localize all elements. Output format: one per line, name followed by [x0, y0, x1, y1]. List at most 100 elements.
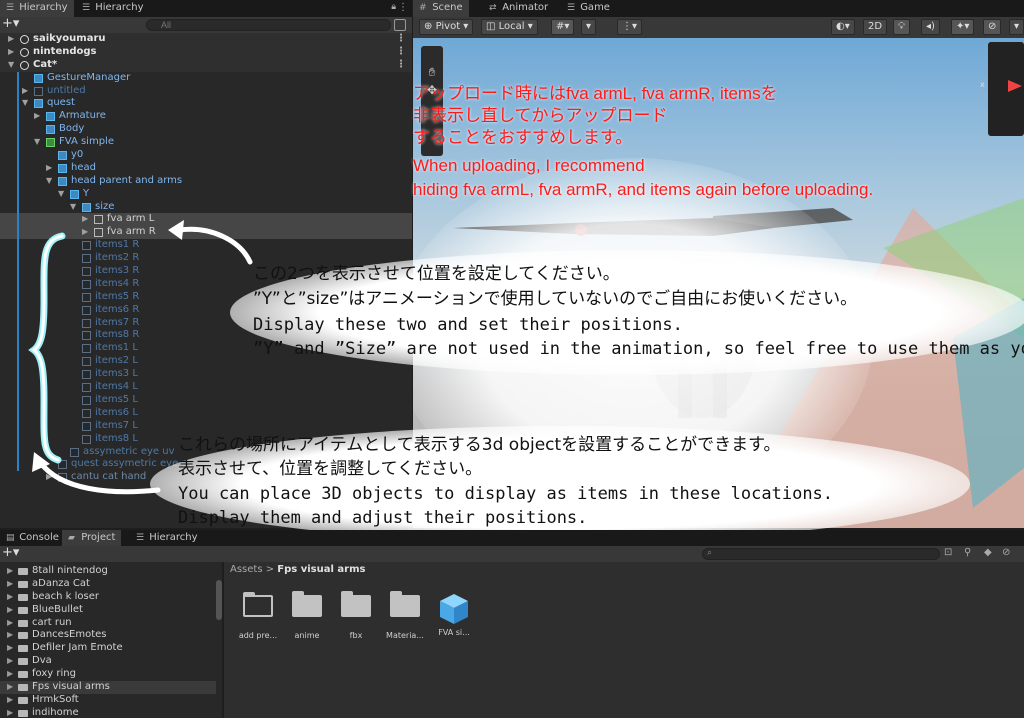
tab-project[interactable]: ▰ Project — [62, 530, 122, 546]
folder-row[interactable]: ▶ aDanza Cat — [0, 578, 216, 591]
hand-tool-icon[interactable]: ✋︎ — [424, 64, 440, 80]
hidden-packages-icon[interactable]: ⊘ — [1002, 547, 1010, 558]
folder-row[interactable]: ▶ 8tall nintendog — [0, 565, 216, 578]
asset-label: anime — [294, 631, 320, 640]
annotation-arrows — [28, 220, 253, 495]
search-by-type-icon[interactable]: ⊡ — [944, 547, 952, 558]
folder-label: cart run — [32, 616, 72, 628]
folder-icon — [390, 591, 420, 617]
expand-closed-icon[interactable]: ▶ — [7, 578, 13, 591]
filter-icon[interactable]: ⚲ — [964, 547, 971, 558]
project-search-input[interactable] — [702, 548, 940, 560]
folder-row[interactable]: ▶ indihome — [0, 707, 216, 718]
animator-icon: ⇄ — [489, 3, 497, 13]
bracket-glow — [28, 232, 66, 464]
tab-hierarchy-bottom[interactable]: ☰ Hierarchy — [130, 530, 204, 546]
folder-label: aDanza Cat — [32, 577, 90, 589]
folder-tree-scrollbar[interactable] — [216, 580, 222, 620]
snap-increment-button[interactable]: ▾ — [581, 19, 597, 35]
folder-row[interactable]: ▶ HrmkSoft — [0, 694, 216, 707]
folder-icon — [18, 606, 28, 614]
expand-closed-icon[interactable]: ▶ — [7, 565, 13, 578]
gizmo-x-label: x — [980, 80, 985, 89]
folder-icon: ▰ — [68, 533, 75, 543]
folder-row[interactable]: ▶ Dva — [0, 655, 216, 668]
asset-fva-simple[interactable]: FVA si... — [428, 592, 480, 637]
folder-icon — [292, 591, 322, 617]
hidden-objects-toggle[interactable]: ⊘ — [983, 19, 1002, 35]
folder-row[interactable]: ▶ beach k loser — [0, 591, 216, 604]
project-asset-view: Assets > Fps visual arms add pre... anim… — [224, 562, 1024, 718]
folder-row[interactable]: ▶ Fps visual arms — [0, 681, 216, 694]
breadcrumb-current[interactable]: Fps visual arms — [277, 564, 365, 575]
expand-closed-icon[interactable]: ▶ — [7, 604, 13, 617]
folder-label: 8tall nintendog — [32, 565, 108, 576]
orientation-gizmo[interactable]: x — [980, 42, 1024, 136]
folder-row[interactable]: ▶ BlueBullet — [0, 604, 216, 617]
expand-closed-icon[interactable]: ▶ — [7, 707, 13, 718]
folder-icon — [18, 580, 28, 588]
list-icon: ☰ — [136, 533, 145, 543]
folder-row[interactable]: ▶ foxy ring — [0, 668, 216, 681]
warning-en-line-2: hiding fva armL, fva armR, and items aga… — [413, 180, 874, 199]
arrow-to-arms — [177, 226, 253, 265]
label-icon[interactable]: ◆ — [984, 547, 992, 558]
grid-settings-button[interactable]: ⋮▾ — [617, 19, 643, 35]
folder-label: Dva — [32, 655, 52, 667]
asset-fbx[interactable]: fbx — [330, 591, 382, 640]
expand-closed-icon[interactable]: ▶ — [7, 694, 13, 707]
local-icon: ◫ — [486, 21, 496, 32]
project-folder-tree: ▶ 8tall nintendog ▶ aDanza Cat ▶ beach k lose… — [0, 562, 222, 718]
expand-closed-icon[interactable]: ▶ — [7, 681, 13, 694]
expand-closed-icon[interactable]: ▶ — [7, 591, 13, 604]
draw-mode-dropdown[interactable]: ◐▾ — [831, 19, 855, 35]
breadcrumb: Assets > Fps visual arms — [230, 564, 365, 575]
asset-label: Materia... — [386, 631, 424, 640]
expand-closed-icon[interactable]: ▶ — [7, 668, 13, 681]
search-icon: ⌕ — [707, 548, 713, 558]
folder-row[interactable]: ▶ cart run — [0, 617, 216, 630]
local-dropdown[interactable]: ◫ Local ▾ — [481, 19, 538, 35]
audio-toggle[interactable]: ◂) — [921, 19, 940, 35]
asset-materials[interactable]: Materia... — [379, 591, 431, 640]
asset-label: FVA si... — [438, 628, 470, 637]
asset-label: add pre... — [238, 631, 278, 640]
lighting-toggle[interactable]: 💡︎ — [893, 19, 910, 35]
expand-closed-icon[interactable]: ▶ — [7, 642, 13, 655]
arrow-to-items — [37, 459, 161, 495]
create-button[interactable]: +▾ — [2, 546, 19, 560]
folder-list: ▶ 8tall nintendog ▶ aDanza Cat ▶ beach k lose… — [0, 565, 216, 718]
2d-toggle[interactable]: 2D — [863, 19, 888, 35]
folder-row[interactable]: ▶ DancesEmotes — [0, 629, 216, 642]
expand-closed-icon[interactable]: ▶ — [7, 617, 13, 630]
warning-en-line-1: When uploading, I recommend — [413, 156, 645, 175]
gizmos-dropdown[interactable]: ▾ — [1009, 19, 1024, 35]
breadcrumb-assets[interactable]: Assets — [230, 564, 263, 575]
bottom-tab-bar: ▤ Console ▰ Project ☰ Hierarchy — [0, 530, 1024, 546]
folder-label: foxy ring — [32, 668, 76, 680]
folder-label: DancesEmotes — [32, 629, 107, 641]
effects-dropdown[interactable]: ✦▾ — [951, 19, 975, 35]
tab-console[interactable]: ▤ Console — [0, 530, 65, 546]
folder-label: indihome — [32, 706, 79, 718]
expand-closed-icon[interactable]: ▶ — [7, 629, 13, 642]
folder-row[interactable]: ▶ Defiler Jam Emote — [0, 642, 216, 655]
asset-label: fbx — [349, 631, 363, 640]
folder-icon — [18, 658, 28, 666]
scene-tab-bar: # Scene ⇄ Animator ☰ Game — [413, 0, 1024, 17]
folder-icon — [18, 671, 28, 679]
folder-icon — [18, 709, 28, 717]
tab-animator[interactable]: ⇄ Animator — [483, 0, 554, 17]
tab-game[interactable]: ☰ Game — [561, 0, 616, 17]
grid-snap-button[interactable]: #▾ — [551, 19, 575, 35]
tab-scene[interactable]: # Scene — [413, 0, 469, 17]
pivot-icon: ⊕ — [424, 21, 433, 32]
asset-add-prefab[interactable]: add pre... — [232, 592, 284, 640]
pivot-dropdown[interactable]: ⊕ Pivot ▾ — [419, 19, 474, 35]
folder-icon — [341, 591, 371, 617]
folder-label: BlueBullet — [32, 603, 83, 615]
expand-closed-icon[interactable]: ▶ — [7, 655, 13, 668]
folder-label: Fps visual arms — [32, 681, 110, 693]
asset-anime[interactable]: anime — [281, 591, 333, 640]
gizmo-x-cone-icon[interactable] — [1008, 80, 1022, 92]
